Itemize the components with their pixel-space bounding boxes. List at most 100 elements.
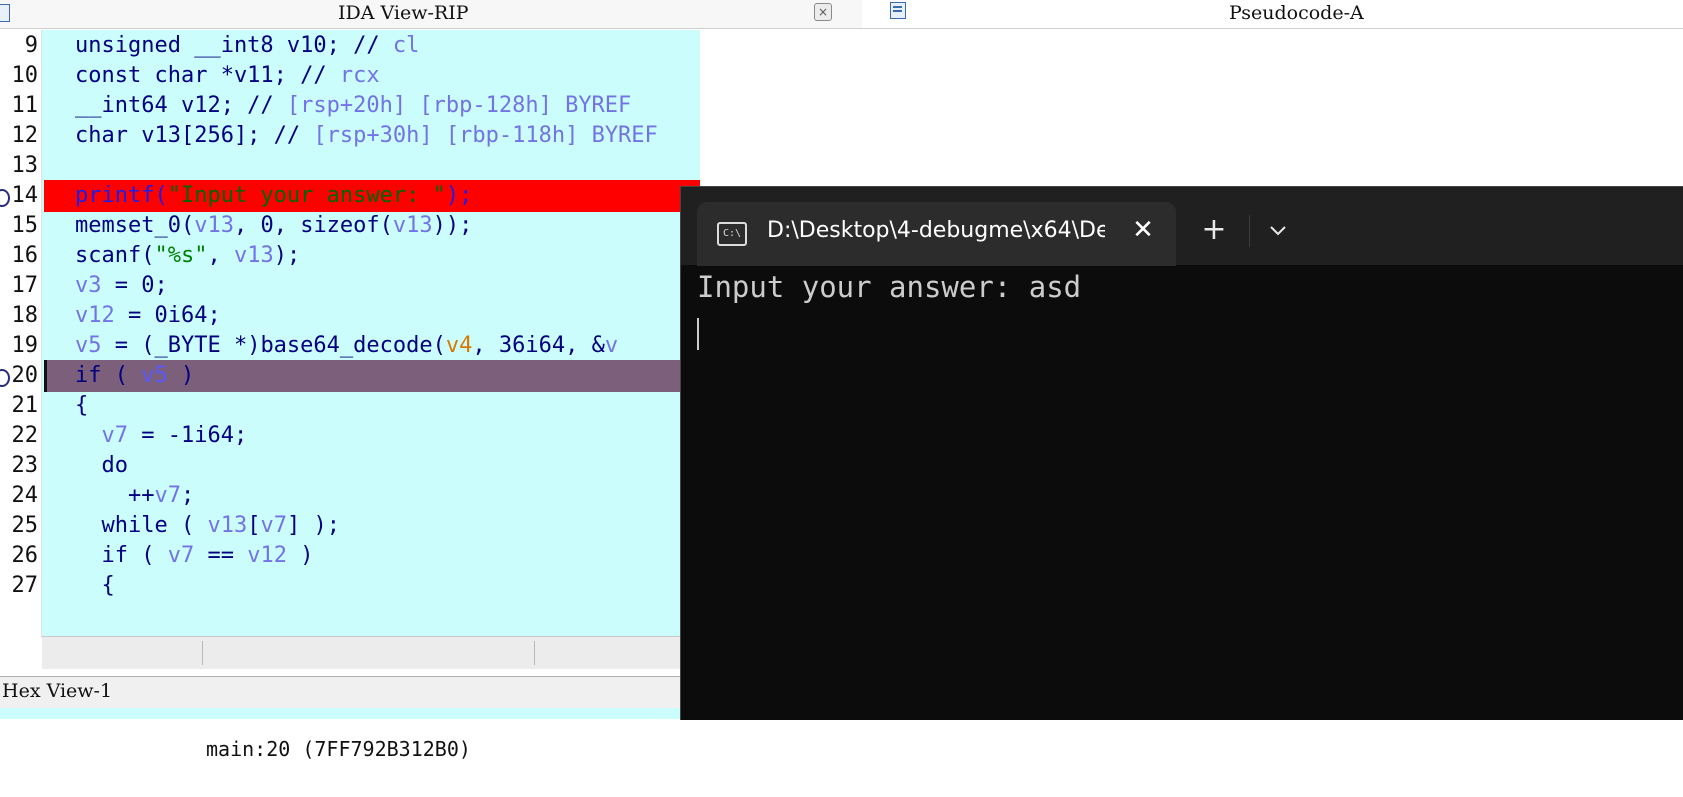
code-line[interactable]: 23 do <box>0 450 700 482</box>
code-token: [ <box>247 513 261 538</box>
code-token: ); <box>445 183 473 208</box>
hex-view-area <box>0 708 700 719</box>
code-line[interactable]: 11 __int64 v12; // [rsp+20h] [rbp-128h] B… <box>0 90 700 122</box>
line-number: 9 <box>24 33 38 58</box>
code-line[interactable]: 14 printf("Input your answer: "); <box>0 180 700 212</box>
chevron-down-icon[interactable] <box>1265 217 1291 243</box>
close-icon[interactable]: ✕ <box>1129 216 1157 244</box>
code-text: __int64 v12; // [rsp+20h] [rbp-128h] BYR… <box>75 90 631 122</box>
code-text: scanf("%s", v13); <box>75 240 300 272</box>
code-token: char v13[256]; // <box>75 123 314 148</box>
code-token: v5 <box>75 333 102 358</box>
tab-hex-view[interactable]: Hex View-1 <box>0 676 700 709</box>
code-text: char v13[256]; // [rsp+30h] [rbp-118h] B… <box>75 120 658 152</box>
code-line[interactable]: 24 ++v7; <box>0 480 700 512</box>
code-text: printf("Input your answer: "); <box>75 180 472 212</box>
code-token: unsigned __int8 <box>75 33 287 58</box>
close-icon[interactable]: × <box>814 3 832 21</box>
code-token: v5 <box>141 363 168 388</box>
code-token: v4 <box>445 333 473 358</box>
code-token: ); <box>273 243 301 268</box>
code-token: if ( <box>75 543 168 568</box>
code-token: == <box>194 543 248 568</box>
terminal-titlebar[interactable]: C:\ D:\Desktop\4-debugme\x64\Debug\debug… <box>681 187 1683 266</box>
tab-ida-view-title: IDA View-RIP <box>338 2 469 24</box>
code-token: = 0i64; <box>114 303 221 328</box>
text-cursor <box>697 318 699 350</box>
line-number: 20 <box>11 363 39 388</box>
code-token: = (_BYTE *)base64_decode( <box>101 333 446 358</box>
code-token: rcx <box>339 63 380 88</box>
terminal-tab[interactable]: C:\ D:\Desktop\4-debugme\x64\Debug\debug… <box>697 202 1176 266</box>
code-line[interactable]: 9 unsigned __int8 v10; // cl <box>0 30 700 62</box>
code-line[interactable]: 10 const char *v11; // rcx <box>0 60 700 92</box>
code-line[interactable]: 13 <box>0 150 700 182</box>
code-token: const char *v11; // <box>75 63 340 88</box>
code-line[interactable]: 22 v7 = -1i64; <box>0 420 700 452</box>
pseudocode-icon <box>890 2 906 19</box>
line-number: 12 <box>11 123 39 148</box>
code-line[interactable]: 27 { <box>0 570 700 602</box>
code-line[interactable]: 12 char v13[256]; // [rsp+30h] [rbp-118h]… <box>0 120 700 152</box>
code-line[interactable]: 19 v5 = (_BYTE *)base64_decode(v4, 36i64,… <box>0 330 700 362</box>
code-token: v7 <box>167 543 195 568</box>
code-token: do <box>75 453 128 478</box>
code-token: ] ); <box>286 513 340 538</box>
code-line[interactable]: 20 if ( v5 ) <box>0 360 700 392</box>
line-number: 14 <box>11 183 39 208</box>
code-line[interactable]: 17 v3 = 0; <box>0 270 700 302</box>
code-line[interactable]: 26 if ( v7 == v12 ) <box>0 540 700 572</box>
code-token: v7 <box>260 513 287 538</box>
code-text: memset_0(v13, 0, sizeof(v13)); <box>75 210 472 242</box>
code-line[interactable]: 25 while ( v13[v7] ); <box>0 510 700 542</box>
code-token: { <box>75 573 115 598</box>
code-token: v12 <box>75 303 115 328</box>
terminal-output[interactable]: Input your answer: asd <box>681 266 1683 720</box>
code-token: v13 <box>194 213 234 238</box>
line-number: 27 <box>11 573 39 598</box>
code-token: [rsp+30h] [rbp-118h] BYREF <box>313 123 658 148</box>
line-number: 18 <box>11 303 39 328</box>
code-line[interactable]: 15 memset_0(v13, 0, sizeof(v13)); <box>0 210 700 242</box>
code-token: __int64 v12; // <box>75 93 287 118</box>
code-text: v3 = 0; <box>75 270 168 302</box>
line-number: 26 <box>11 543 39 568</box>
tab-pseudocode[interactable]: Pseudocode-A <box>862 0 1683 29</box>
terminal-window[interactable]: C:\ D:\Desktop\4-debugme\x64\Debug\debug… <box>680 186 1683 720</box>
code-token: while ( <box>75 513 208 538</box>
pseudocode-view[interactable]: 9 unsigned __int8 v10; // cl 10 const char … <box>0 30 700 638</box>
line-number: 11 <box>11 93 39 118</box>
code-token: v13 <box>392 213 433 238</box>
code-token: v13 <box>207 513 248 538</box>
code-token: , <box>207 243 234 268</box>
code-text: ++v7; <box>75 480 194 512</box>
code-line[interactable]: 18 v12 = 0i64; <box>0 300 700 332</box>
code-text: const char *v11; // rcx <box>75 60 380 92</box>
code-token: v12 <box>247 543 287 568</box>
code-text: { <box>75 390 88 422</box>
terminal-output-line: Input your answer: asd <box>697 270 1082 304</box>
status-divider <box>202 641 203 665</box>
code-token: = 0; <box>101 273 168 298</box>
code-token: if ( <box>75 363 142 388</box>
code-token: , 0, sizeof( <box>233 213 393 238</box>
status-location: main:20 (7FF792B312B0) <box>206 737 471 761</box>
line-number: 10 <box>11 63 39 88</box>
line-number: 22 <box>11 423 39 448</box>
terminal-tab-title: D:\Desktop\4-debugme\x64\Debug\debugme.e… <box>767 218 1105 243</box>
status-divider <box>534 641 535 665</box>
code-token: ++ <box>75 483 155 508</box>
code-line[interactable]: 21 { <box>0 390 700 422</box>
tab-ida-view[interactable]: IDA View-RIP × <box>0 0 862 29</box>
line-number: 19 <box>11 333 39 358</box>
new-tab-button[interactable]: + <box>1199 215 1229 245</box>
code-line[interactable]: 16 scanf("%s", v13); <box>0 240 700 272</box>
code-token: ; <box>180 483 195 508</box>
code-token: memset_0( <box>75 213 195 238</box>
line-number: 16 <box>11 243 39 268</box>
code-token: { <box>75 393 89 418</box>
cmd-icon: C:\ <box>717 222 747 246</box>
code-text: while ( v13[v7] ); <box>75 510 340 542</box>
titlebar-divider <box>1249 215 1250 247</box>
